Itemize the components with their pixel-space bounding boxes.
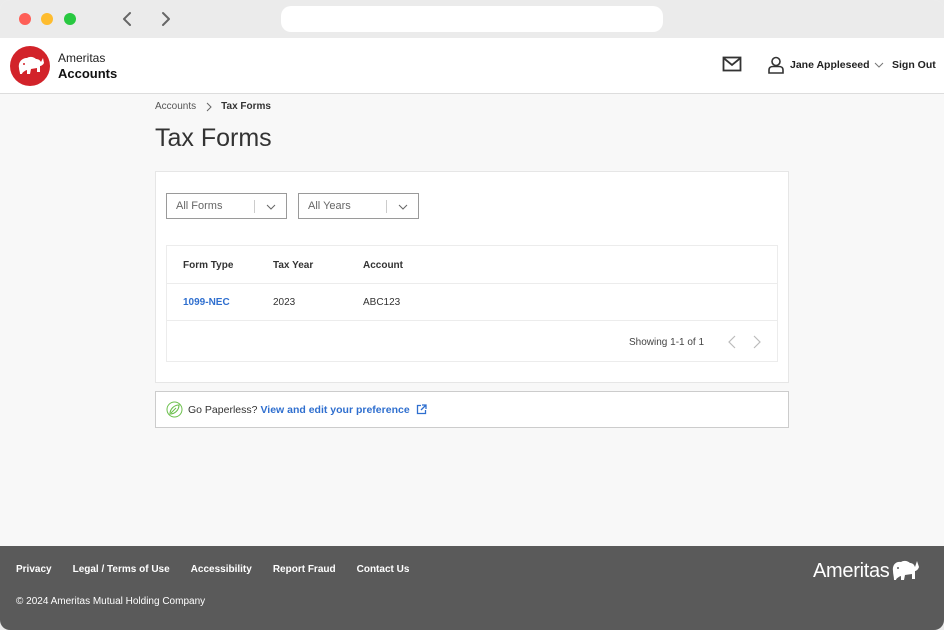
select-divider: [254, 200, 255, 213]
footer-links: Privacy Legal / Terms of Use Accessibili…: [16, 564, 430, 575]
footer-link-report-fraud[interactable]: Report Fraud: [273, 564, 336, 575]
row-divider: [167, 283, 777, 284]
leaf-icon: [166, 401, 183, 418]
previous-page-icon[interactable]: [726, 335, 738, 349]
form-type-value: All Forms: [176, 200, 223, 212]
user-name: Jane Appleseed: [790, 59, 870, 71]
user-icon: [768, 56, 784, 74]
form-type-select[interactable]: All Forms: [166, 193, 287, 219]
chevron-right-icon: [206, 102, 212, 111]
minimize-window-button[interactable]: [41, 13, 53, 25]
pagination-status: Showing 1-1 of 1: [629, 337, 705, 348]
page-title: Tax Forms: [155, 124, 272, 152]
close-window-button[interactable]: [19, 13, 31, 25]
back-arrow-icon[interactable]: [118, 10, 136, 28]
chevron-down-icon: [874, 62, 883, 68]
browser-toolbar: [0, 0, 944, 38]
brand-subtitle: Accounts: [58, 66, 118, 81]
select-divider: [386, 200, 387, 213]
footer-link-privacy[interactable]: Privacy: [16, 564, 52, 575]
ameritas-bison-logo-icon[interactable]: [10, 46, 50, 86]
tax-year-cell: 2023: [273, 297, 296, 308]
bison-icon: [892, 560, 919, 580]
breadcrumb-current: Tax Forms: [221, 101, 271, 112]
next-page-icon[interactable]: [751, 335, 763, 349]
chevron-down-icon: [266, 204, 276, 210]
tax-year-value: All Years: [308, 200, 351, 212]
footer-logo: Ameritas: [813, 559, 920, 583]
row-divider: [167, 320, 777, 321]
tax-year-select[interactable]: All Years: [298, 193, 419, 219]
sign-out-link[interactable]: Sign Out: [892, 59, 936, 71]
chevron-down-icon: [398, 204, 408, 210]
footer-link-accessibility[interactable]: Accessibility: [191, 564, 252, 575]
breadcrumb: Accounts Tax Forms: [155, 101, 271, 112]
tax-forms-table: Form Type Tax Year Account 1099-NEC 2023…: [166, 245, 778, 362]
paperless-preference-link[interactable]: View and edit your preference: [260, 404, 409, 416]
forward-arrow-icon[interactable]: [157, 10, 175, 28]
form-type-link[interactable]: 1099-NEC: [183, 297, 230, 308]
brand-name: Ameritas: [58, 51, 106, 65]
site-footer: Privacy Legal / Terms of Use Accessibili…: [0, 546, 944, 630]
paperless-prompt: Go Paperless?: [188, 403, 258, 416]
address-bar[interactable]: [281, 6, 663, 32]
footer-link-legal[interactable]: Legal / Terms of Use: [73, 564, 170, 575]
site-header: Ameritas Accounts Jane Appleseed Sign Ou…: [0, 38, 944, 94]
footer-link-contact-us[interactable]: Contact Us: [357, 564, 410, 575]
copyright: © 2024 Ameritas Mutual Holding Company: [16, 596, 206, 607]
tax-forms-card: All Forms All Years Form Type Tax Year A…: [155, 171, 789, 383]
maximize-window-button[interactable]: [64, 13, 76, 25]
footer-logo-text: Ameritas: [813, 559, 890, 582]
column-header-account[interactable]: Account: [363, 260, 403, 271]
browser-window: Ameritas Accounts Jane Appleseed Sign Ou…: [0, 0, 944, 630]
paperless-banner: Go Paperless? View and edit your prefere…: [155, 391, 789, 428]
user-menu[interactable]: Jane Appleseed: [767, 55, 884, 75]
column-header-form-type[interactable]: Form Type: [183, 260, 233, 271]
breadcrumb-accounts[interactable]: Accounts: [155, 101, 196, 112]
mail-icon[interactable]: [722, 56, 742, 72]
column-header-tax-year[interactable]: Tax Year: [273, 260, 313, 271]
account-cell: ABC123: [363, 297, 401, 308]
external-link-icon[interactable]: [416, 404, 427, 415]
